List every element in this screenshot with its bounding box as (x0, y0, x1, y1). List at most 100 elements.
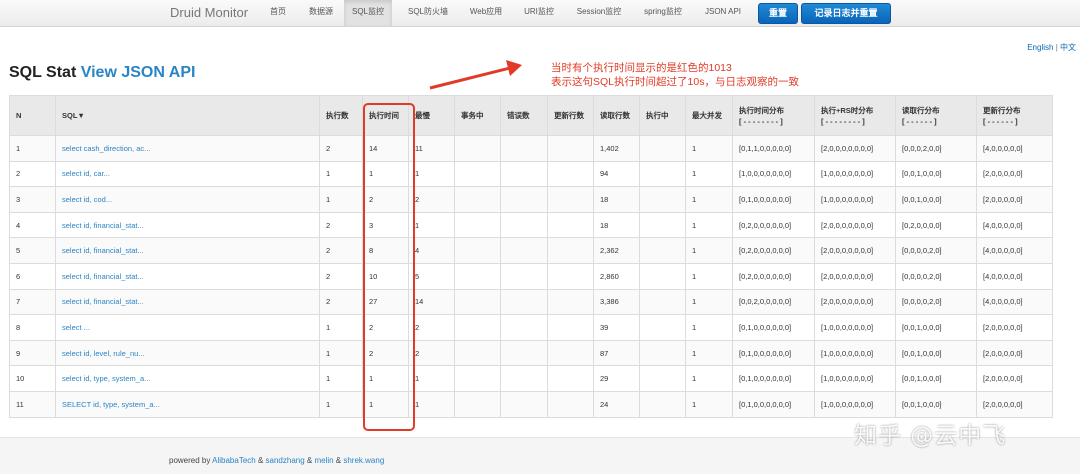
table-cell: 8 (9, 314, 56, 341)
table-cell: 2 (319, 211, 363, 239)
table-cell (547, 211, 594, 239)
author-link[interactable]: AlibabaTech (212, 456, 256, 465)
table-cell: [4,0,0,0,0,0] (976, 237, 1053, 264)
table-cell (454, 135, 501, 162)
author-link[interactable]: sandzhang (266, 456, 305, 465)
table-cell: [0,2,0,0,0,0,0,0] (732, 262, 815, 290)
col-header-label: 读取行分布 (902, 105, 940, 115)
table-cell: 1 (9, 135, 56, 162)
table-row: 8 select ... 1 2 2 39 1 [0,1,0,0,0,0,0,0] [1,0,0… (9, 314, 1053, 341)
table-cell: 5 (408, 262, 455, 290)
table-cell: 87 (593, 339, 640, 367)
table-cell (639, 314, 686, 341)
table-cell (454, 390, 501, 418)
table-cell (500, 365, 548, 392)
table-cell: [0,1,0,0,0,0,0,0] (732, 339, 815, 367)
table-cell (500, 135, 548, 162)
annotation-line-1: 当时有个执行时间显示的是红色的1013 (551, 62, 732, 74)
table-cell: 1 (685, 365, 733, 392)
table-cell: [0,0,1,0,0,0] (895, 365, 977, 392)
author-link[interactable]: melin (314, 456, 333, 465)
footer-prefix: powered by (169, 456, 213, 465)
table-cell: [4,0,0,0,0,0] (976, 288, 1053, 316)
sql-link[interactable]: select id, level, rule_nu... (55, 339, 320, 367)
sql-link[interactable]: SELECT id, type, system_a... (55, 390, 320, 418)
sql-link[interactable]: select id, financial_stat... (55, 288, 320, 316)
col-header-label: SQL▼ (62, 111, 85, 120)
table-cell: 24 (593, 390, 640, 418)
table-cell: 94 (593, 160, 640, 188)
table-cell: [0,1,0,0,0,0,0,0] (732, 365, 815, 392)
table-cell: 1,402 (593, 135, 640, 162)
sql-link[interactable]: select id, car... (55, 160, 320, 188)
table-cell: 1 (685, 160, 733, 188)
table-cell: [0,2,0,0,0,0,0,0] (732, 211, 815, 239)
table-cell: [4,0,0,0,0,0] (976, 135, 1053, 162)
table-cell: 1 (685, 390, 733, 418)
col-header-label: 最慢 (415, 111, 430, 120)
col-header-label: N (16, 111, 22, 120)
col-header-1[interactable]: SQL▼ (55, 95, 320, 136)
sql-link[interactable]: select id, type, system_a... (55, 365, 320, 392)
table-cell: 1 (685, 237, 733, 264)
table-cell: 7 (9, 288, 56, 316)
table-cell: [1,0,0,0,0,0,0,0] (732, 160, 815, 188)
table-cell: [2,0,0,0,0,0] (976, 390, 1053, 418)
table-cell: [0,0,0,0,2,0] (895, 237, 977, 264)
table-cell (639, 365, 686, 392)
table-cell: 1 (319, 160, 363, 188)
table-cell: [0,0,0,0,2,0] (895, 262, 977, 290)
table-cell: [0,0,0,2,0,0] (895, 135, 977, 162)
sql-link[interactable]: select ... (55, 314, 320, 341)
watermark: 知乎 @云中飞 (854, 423, 1007, 449)
table-cell: [0,0,1,0,0,0] (895, 390, 977, 418)
table-cell: 2 (408, 314, 455, 341)
table-cell: 5 (9, 237, 56, 264)
table-cell: 6 (9, 262, 56, 290)
sql-link[interactable]: select id, financial_stat... (55, 211, 320, 239)
table-cell (639, 135, 686, 162)
annotation-line-2: 表示这句SQL执行时间超过了10s，与日志观察的一致 (551, 76, 799, 88)
table-row: 7 select id, financial_stat... 2 27 14 3,386 1… (9, 288, 1053, 316)
table-cell (639, 339, 686, 367)
table-cell: 1 (685, 314, 733, 341)
table-row: 4 select id, financial_stat... 2 3 1 18 1 [0,2,… (9, 211, 1053, 239)
col-header-8: 读取行数 (593, 95, 640, 136)
sql-link[interactable]: select id, financial_stat... (55, 262, 320, 290)
table-cell (639, 390, 686, 418)
table-cell (500, 211, 548, 239)
table-cell: [0,0,1,0,0,0] (895, 186, 977, 213)
table-cell (454, 314, 501, 341)
table-cell (639, 211, 686, 239)
table-cell: 1 (685, 135, 733, 162)
table-row: 2 select id, car... 1 1 1 94 1 [1,0,0,0,0,0,0,0… (9, 160, 1053, 188)
sql-link[interactable]: select id, cod... (55, 186, 320, 213)
table-cell: [0,0,0,0,2,0] (895, 288, 977, 316)
table-cell (454, 237, 501, 264)
table-cell (500, 237, 548, 264)
sql-link[interactable]: select id, financial_stat... (55, 237, 320, 264)
table-cell: 1 (685, 186, 733, 213)
table-cell: [2,0,0,0,0,0] (976, 314, 1053, 341)
sql-link[interactable]: select cash_direction, ac... (55, 135, 320, 162)
col-header-label: 更新行数 (554, 111, 584, 120)
table-cell (547, 160, 594, 188)
table-cell: 1 (685, 339, 733, 367)
footer-credits: powered by AlibabaTech & sandzhang & mel… (169, 456, 384, 465)
table-row: 9 select id, level, rule_nu... 1 2 2 87 1 [0,1,… (9, 339, 1053, 367)
table-cell: 3 (9, 186, 56, 213)
table-cell: 10 (9, 365, 56, 392)
table-cell: [4,0,0,0,0,0] (976, 211, 1053, 239)
col-header-6: 错误数 (500, 95, 548, 136)
table-cell: 1 (685, 262, 733, 290)
col-header-label: 事务中 (461, 111, 484, 120)
table-cell (500, 160, 548, 188)
table-cell (639, 288, 686, 316)
table-row: 1 select cash_direction, ac... 2 14 11 1,402 1… (9, 135, 1053, 162)
table-cell: 1 (685, 211, 733, 239)
col-header-label: 错误数 (507, 111, 530, 120)
author-link[interactable]: shrek.wang (343, 456, 384, 465)
table-cell: 2,362 (593, 237, 640, 264)
table-cell (500, 288, 548, 316)
table-cell: [2,0,0,0,0,0] (976, 339, 1053, 367)
